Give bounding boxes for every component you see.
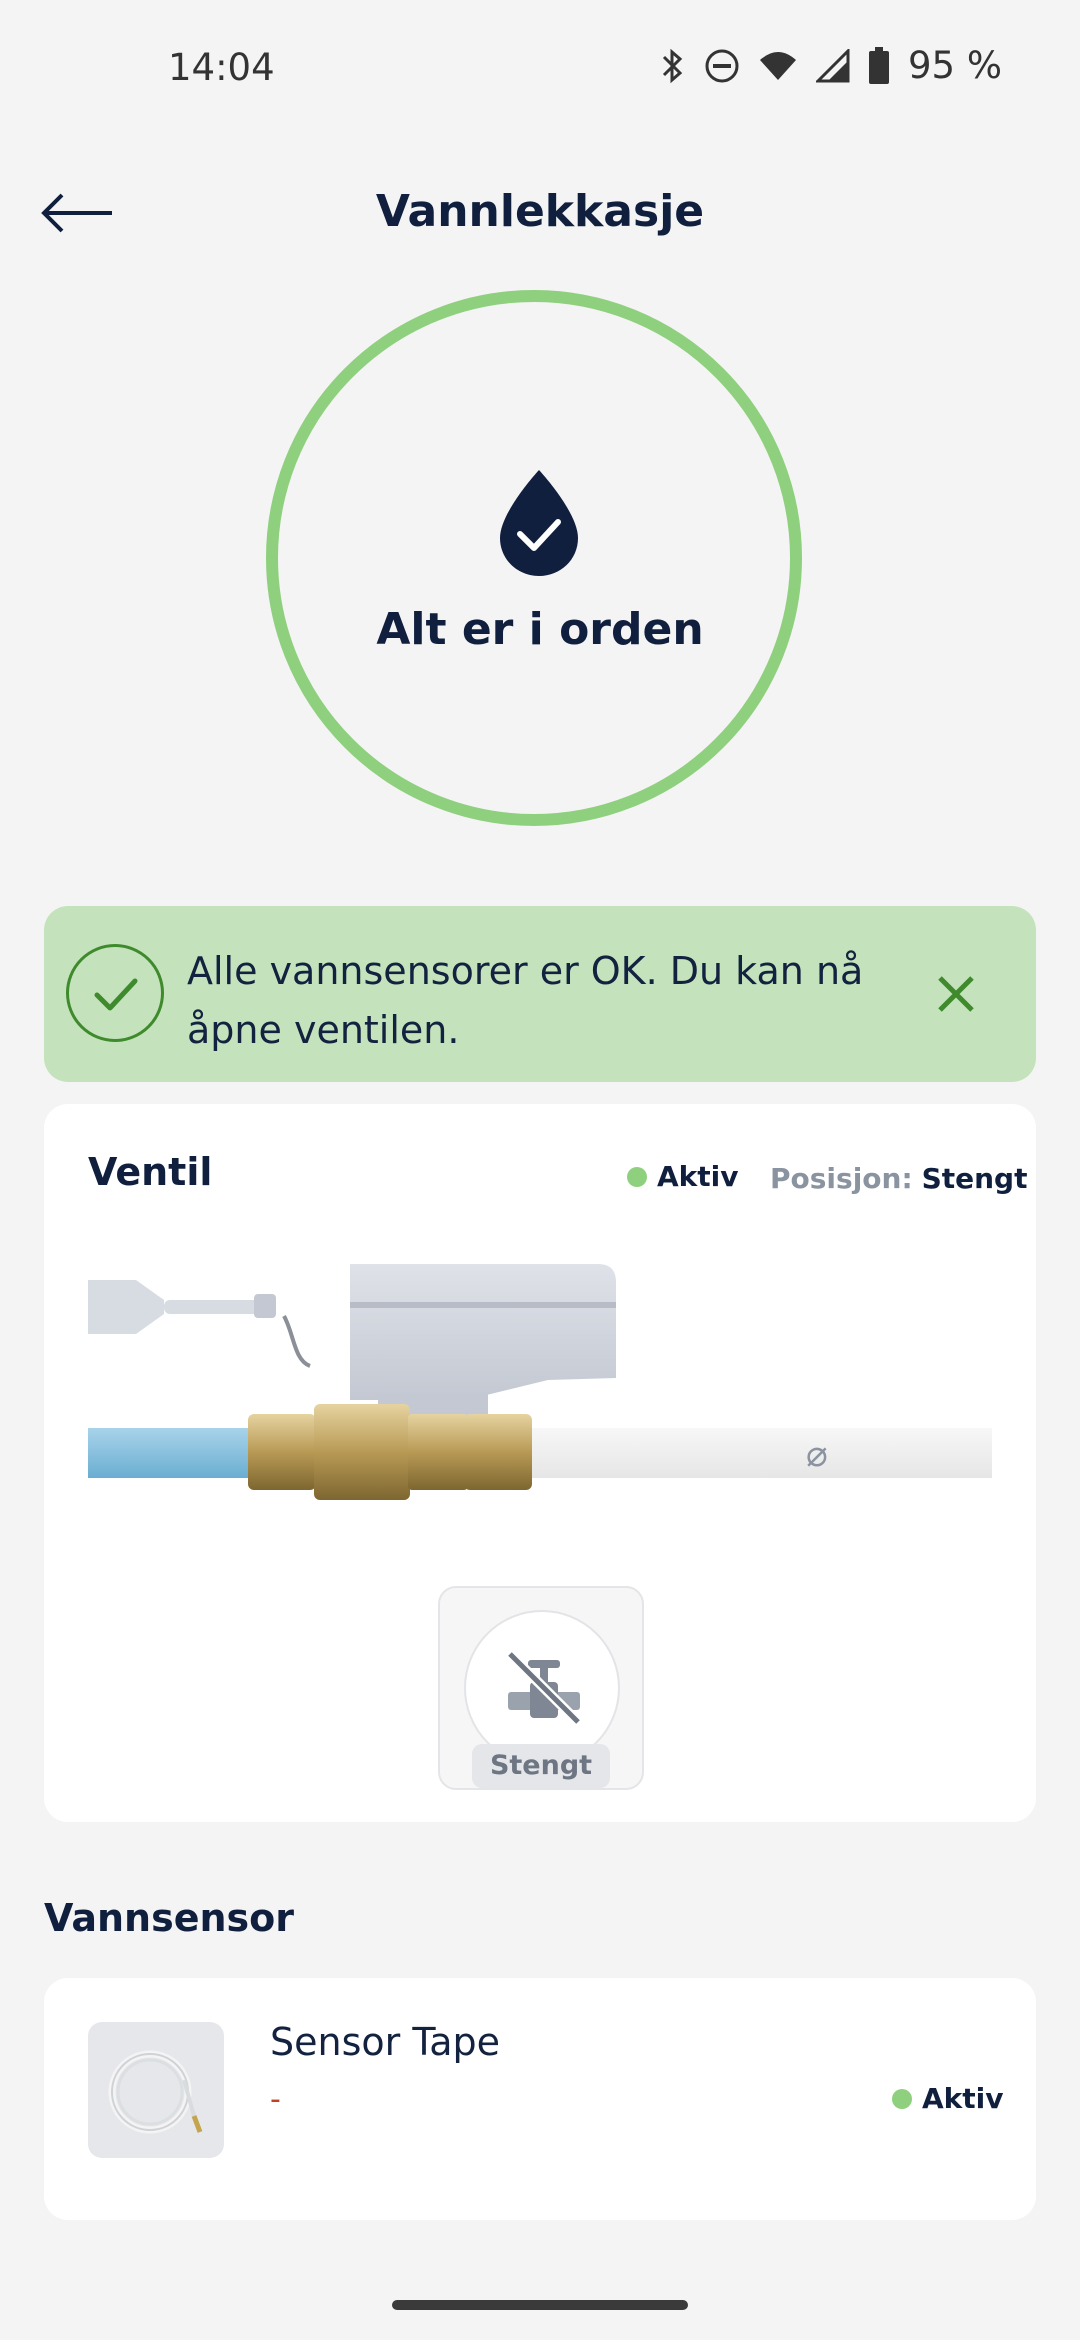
valve-status: Aktiv xyxy=(627,1160,739,1193)
page-title: Vannlekkasje xyxy=(375,186,705,237)
bluetooth-icon xyxy=(662,48,683,83)
status-dot xyxy=(892,2088,912,2109)
valve-title: Ventil xyxy=(88,1150,213,1194)
position-value: Stengt xyxy=(921,1162,1028,1195)
water-drop-check-icon xyxy=(500,470,578,576)
sensor-thumbnail xyxy=(88,2022,224,2158)
sensor-section-title: Vannsensor xyxy=(44,1896,294,1940)
status-time: 14:04 xyxy=(168,46,275,89)
valve-toggle-circle xyxy=(464,1610,620,1766)
sensor-tape-icon xyxy=(108,2050,203,2134)
success-banner: Alle vannsensorer er OK. Du kan nå åpne … xyxy=(44,906,1036,1082)
status-icons: 95 % xyxy=(658,44,1002,87)
status-dot xyxy=(627,1166,647,1187)
status-message: Alt er i orden xyxy=(376,604,704,655)
valve-toggle-button[interactable]: Stengt xyxy=(438,1586,644,1790)
check-circle-icon xyxy=(66,944,164,1042)
battery-icon xyxy=(869,46,889,84)
valve-toggle-label: Stengt xyxy=(472,1744,610,1788)
valve-off-icon xyxy=(506,1650,582,1726)
position-label: Posisjon: xyxy=(770,1162,913,1195)
close-icon xyxy=(938,976,974,1012)
banner-message: Alle vannsensorer er OK. Du kan nå åpne … xyxy=(187,949,864,1052)
banner-close-button[interactable] xyxy=(932,970,980,1018)
valve-illustration: ⌀ xyxy=(88,1264,992,1500)
sensor-detail: - xyxy=(270,2082,281,2117)
sensor-name: Sensor Tape xyxy=(270,2020,501,2064)
signal-icon xyxy=(816,48,850,82)
sensor-status: Aktiv xyxy=(892,2082,1004,2115)
sensor-status-label: Aktiv xyxy=(922,2082,1004,2115)
wifi-icon xyxy=(760,51,796,80)
valve-position: Posisjon: Stengt xyxy=(770,1162,1027,1195)
battery-percentage: 95 % xyxy=(908,44,1002,87)
sensor-list-item[interactable]: Sensor Tape - Aktiv xyxy=(44,1978,1036,2220)
home-indicator[interactable] xyxy=(392,2300,688,2310)
do-not-disturb-icon xyxy=(705,49,739,82)
svg-text:⌀: ⌀ xyxy=(806,1434,828,1475)
valve-card: Ventil Aktiv Posisjon: Stengt ⌀ Stengt xyxy=(44,1104,1036,1822)
valve-status-label: Aktiv xyxy=(657,1160,739,1193)
